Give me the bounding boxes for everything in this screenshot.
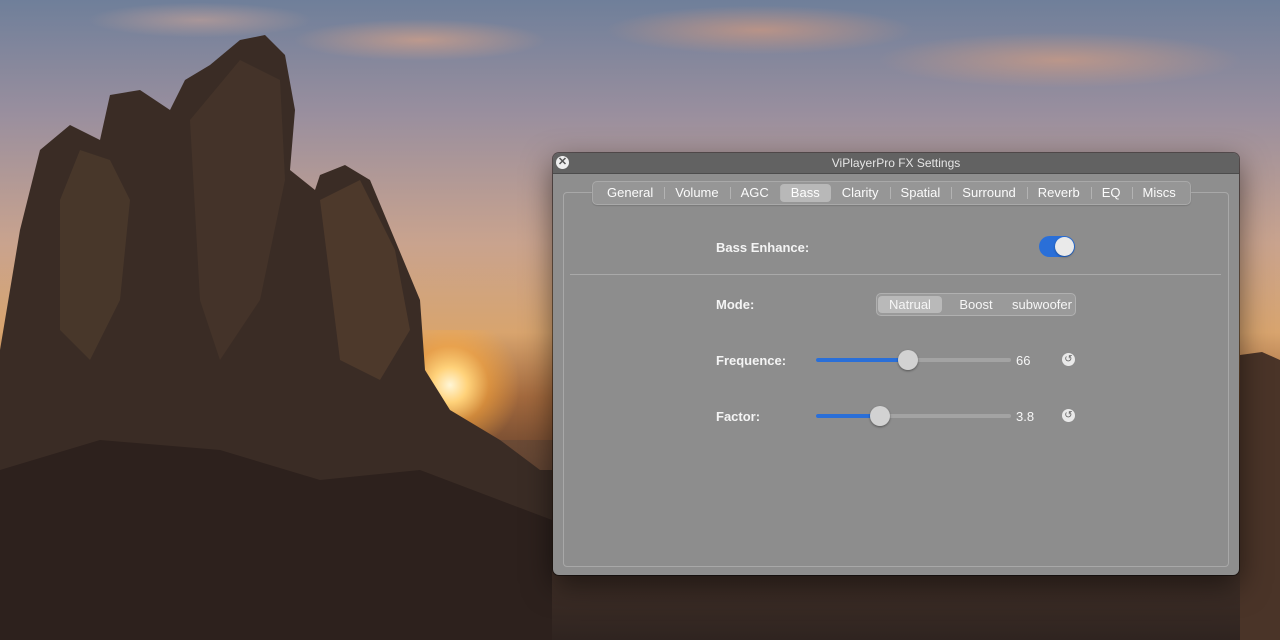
tab-spatial[interactable]: Spatial	[889, 184, 952, 202]
tab-general[interactable]: General	[596, 184, 664, 202]
bass-settings-panel	[563, 192, 1229, 567]
slider-thumb[interactable]	[897, 350, 918, 370]
bass-enhance-toggle[interactable]	[1039, 236, 1075, 257]
frequence-reset-icon[interactable]: ↺	[1062, 353, 1075, 366]
toggle-knob	[1055, 237, 1074, 256]
tab-bass[interactable]: Bass	[779, 184, 831, 202]
close-icon[interactable]: ✕	[556, 156, 569, 169]
mode-option-subwoofer[interactable]: subwoofer	[1010, 296, 1074, 313]
frequence-label: Frequence:	[716, 353, 787, 368]
mode-segmented-control: Natrual Boost subwoofer	[876, 293, 1076, 316]
bass-enhance-label: Bass Enhance:	[716, 240, 810, 255]
fx-settings-window: ✕ ViPlayerPro FX Settings General Volume…	[553, 153, 1239, 575]
factor-label: Factor:	[716, 409, 761, 424]
tab-surround[interactable]: Surround	[951, 184, 1026, 202]
window-title: ViPlayerPro FX Settings	[831, 156, 961, 170]
tab-clarity[interactable]: Clarity	[831, 184, 890, 202]
tab-bar: General Volume AGC Bass Clarity Spatial …	[592, 181, 1191, 205]
frequence-slider[interactable]	[816, 350, 1011, 370]
tab-eq[interactable]: EQ	[1090, 184, 1132, 202]
tab-miscs[interactable]: Miscs	[1131, 184, 1187, 202]
factor-value: 3.8	[1016, 409, 1035, 424]
tab-reverb[interactable]: Reverb	[1026, 184, 1091, 202]
titlebar: ✕ ViPlayerPro FX Settings	[553, 153, 1239, 174]
slider-fill	[816, 358, 908, 362]
mode-option-natrual[interactable]: Natrual	[878, 296, 942, 313]
tab-agc[interactable]: AGC	[729, 184, 780, 202]
factor-reset-icon[interactable]: ↺	[1062, 409, 1075, 422]
mode-label: Mode:	[716, 297, 755, 312]
slider-thumb[interactable]	[870, 406, 891, 426]
tab-volume[interactable]: Volume	[664, 184, 729, 202]
factor-slider[interactable]	[816, 406, 1011, 426]
frequence-value: 66	[1016, 353, 1031, 368]
mode-option-boost[interactable]: Boost	[942, 296, 1010, 313]
section-divider	[570, 274, 1221, 275]
